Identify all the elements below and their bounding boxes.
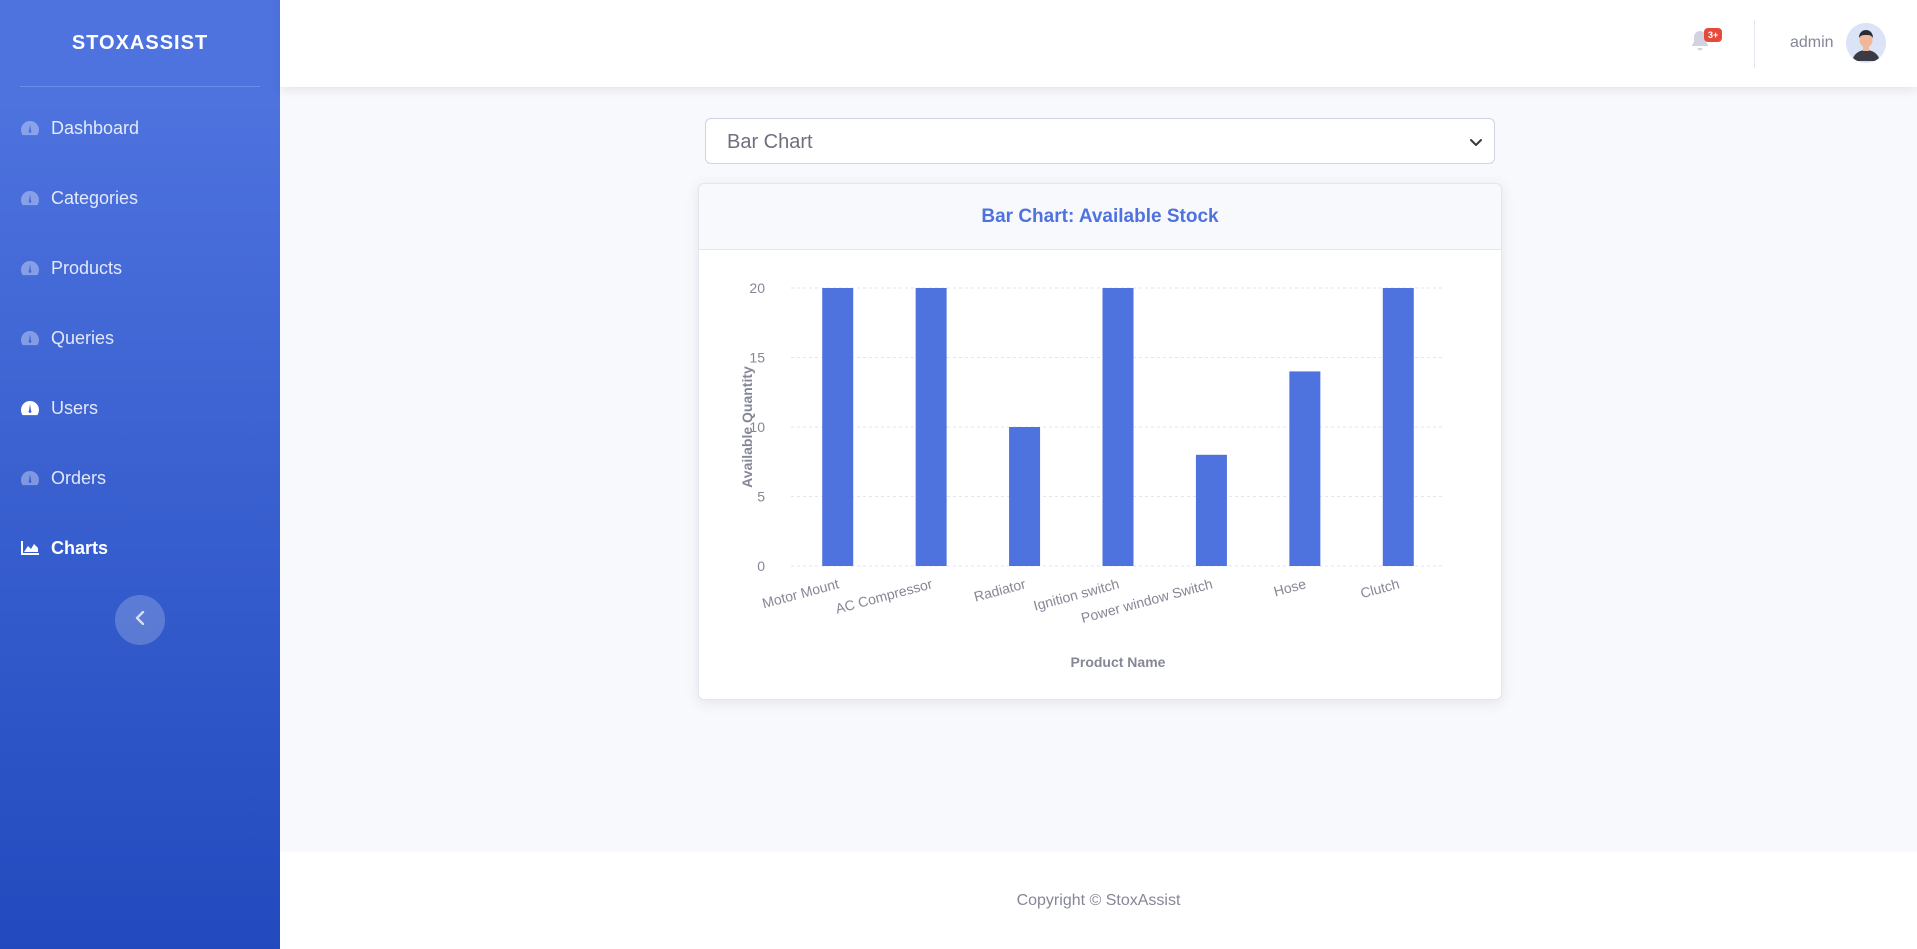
tachometer-icon (20, 118, 40, 138)
tachometer-icon (20, 328, 40, 348)
tachometer-icon (20, 258, 40, 278)
sidebar-item-categories[interactable]: Categories (0, 163, 280, 233)
tachometer-icon (20, 468, 40, 488)
tachometer-icon (20, 398, 40, 418)
sidebar-toggle-button[interactable] (115, 595, 165, 645)
alert-count-badge: 3+ (1704, 28, 1723, 42)
tachometer-icon (20, 188, 40, 208)
bar (915, 288, 947, 566)
user-name: admin (1790, 34, 1834, 51)
chevron-left-icon (134, 610, 146, 630)
sidebar-item-label: Orders (51, 467, 107, 488)
chart-card-header: Bar Chart: Available Stock (699, 184, 1501, 250)
copyright-text: Copyright © StoxAssist (1016, 891, 1181, 909)
topbar: 3+ admin (280, 0, 1917, 87)
sidebar-item-queries[interactable]: Queries (0, 303, 280, 373)
brand-logo-text[interactable]: STOXASSIST (0, 0, 280, 86)
x-tick-label: Motor Mount (760, 575, 840, 611)
avatar (1845, 23, 1886, 63)
sidebar-item-users[interactable]: Users (0, 373, 280, 443)
chevron-down-icon (1468, 134, 1484, 150)
sidebar-item-label: Products (51, 257, 123, 278)
sidebar: STOXASSIST Dashboard Categories Products… (0, 0, 280, 949)
bar (1195, 454, 1227, 566)
y-tick-label: 5 (757, 489, 765, 505)
x-tick-label: AC Compressor (834, 575, 935, 616)
sidebar-item-orders[interactable]: Orders (0, 443, 280, 513)
x-tick-label: Radiator (972, 575, 1028, 604)
user-dropdown[interactable]: admin (1790, 22, 1886, 64)
chart-type-select[interactable]: Bar Chart (705, 118, 1495, 164)
y-tick-label: 15 (749, 350, 765, 366)
chart-type-select-value: Bar Chart (727, 131, 813, 153)
sidebar-item-dashboard[interactable]: Dashboard (0, 93, 280, 163)
sidebar-divider (20, 86, 260, 87)
bar (1289, 371, 1321, 566)
bar (822, 288, 854, 566)
x-axis-label: Product Name (1071, 654, 1166, 670)
x-tick-label: Clutch (1359, 575, 1401, 601)
sidebar-item-label: Charts (51, 537, 109, 558)
bar-chart: 05101520Motor MountAC Compressor Radiator… (739, 280, 1445, 670)
chart-title: Bar Chart: Available Stock (981, 205, 1219, 227)
area-chart-icon (20, 538, 40, 558)
footer: Copyright © StoxAssist (280, 852, 1917, 949)
y-tick-label: 20 (749, 280, 765, 296)
alerts-dropdown[interactable]: 3+ (1690, 28, 1723, 54)
y-tick-label: 0 (757, 558, 765, 574)
sidebar-item-label: Categories (51, 187, 139, 208)
sidebar-item-label: Queries (51, 327, 115, 348)
sidebar-item-label: Dashboard (51, 117, 140, 138)
topbar-divider (1754, 20, 1755, 68)
sidebar-item-charts[interactable]: Charts (0, 513, 280, 583)
sidebar-item-label: Users (51, 397, 99, 418)
chart-card: Bar Chart: Available Stock 0 5 10 15 20 Motor… (698, 183, 1502, 700)
y-axis-label: Available Quantity (739, 366, 755, 488)
sidebar-item-products[interactable]: Products (0, 233, 280, 303)
bar (1382, 288, 1414, 566)
bar (1102, 288, 1134, 566)
x-tick-label: Hose (1272, 575, 1308, 599)
sidebar-nav: Dashboard Categories Products Queries Us… (0, 93, 280, 583)
bar (1009, 427, 1041, 566)
